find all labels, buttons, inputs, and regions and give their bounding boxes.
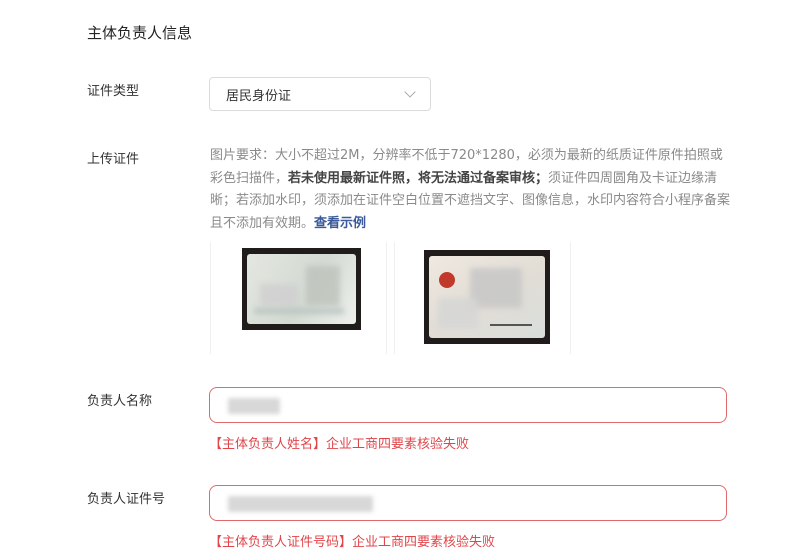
upload-label: 上传证件 bbox=[87, 152, 140, 167]
id-type-selected-value: 居民身份证 bbox=[226, 88, 292, 104]
id-number-masked-value bbox=[228, 496, 373, 512]
upload-requirements: 图片要求：大小不超过2M，分辨率不低于720*1280，必须为最新的纸质证件原件… bbox=[210, 145, 735, 235]
upload-requirements-warning: 若未使用最新证件照，将无法通过备案审核； bbox=[288, 170, 549, 186]
name-input[interactable] bbox=[209, 387, 727, 423]
id-front-upload-slot[interactable] bbox=[210, 242, 387, 354]
id-type-select[interactable]: 居民身份证 bbox=[209, 77, 431, 111]
id-card-back-image bbox=[424, 250, 550, 344]
chevron-down-icon bbox=[404, 86, 416, 98]
id-back-upload-slot[interactable] bbox=[394, 242, 571, 354]
name-label: 负责人名称 bbox=[87, 394, 153, 409]
id-number-error-message: 【主体负责人证件号码】企业工商四要素核验失败 bbox=[209, 535, 496, 550]
view-example-link[interactable]: 查看示例 bbox=[314, 216, 366, 231]
id-card-front-image bbox=[242, 248, 361, 330]
emblem-icon bbox=[439, 272, 455, 288]
id-number-input[interactable] bbox=[209, 485, 727, 521]
name-error-message: 【主体负责人姓名】企业工商四要素核验失败 bbox=[209, 437, 470, 452]
name-masked-value bbox=[228, 398, 280, 414]
id-type-label: 证件类型 bbox=[87, 84, 140, 99]
id-number-label: 负责人证件号 bbox=[87, 492, 166, 507]
section-title: 主体负责人信息 bbox=[87, 24, 193, 42]
